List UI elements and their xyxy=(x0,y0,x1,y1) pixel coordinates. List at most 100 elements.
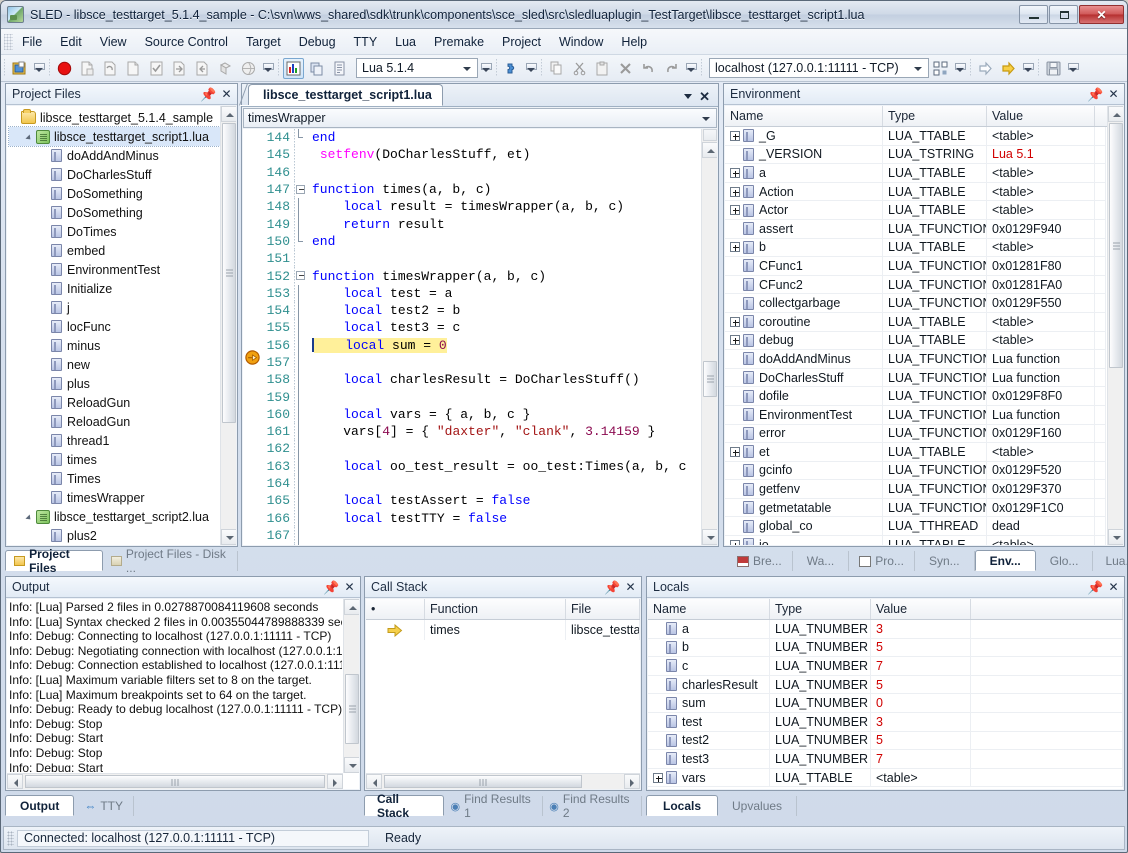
fold-column[interactable] xyxy=(294,510,308,527)
code-line[interactable]: 154 local test2 = b xyxy=(262,302,700,319)
tree-item[interactable]: DoCharlesStuff xyxy=(9,165,220,184)
expand-plus-icon[interactable] xyxy=(730,242,740,252)
code-line[interactable]: 147function times(a, b, c) xyxy=(262,181,700,198)
scroll-down-icon[interactable] xyxy=(1108,529,1123,545)
code-line[interactable]: 146 xyxy=(262,164,700,181)
fold-column[interactable] xyxy=(294,164,308,181)
fold-column[interactable] xyxy=(294,388,308,405)
tree-item[interactable]: ReloadGun xyxy=(9,412,220,431)
tree-item[interactable]: plus xyxy=(9,374,220,393)
fold-column[interactable] xyxy=(294,181,308,198)
toolbar-overflow-2[interactable] xyxy=(262,59,273,77)
code-line[interactable]: 159 xyxy=(262,388,700,405)
call-stack-grid[interactable]: • Function File times libsce_testtarge xyxy=(366,599,640,789)
language-combo[interactable]: Lua 5.1.4 xyxy=(356,58,478,78)
table-row[interactable]: getmetatableLUA_TFUNCTION0x0129F1C0 xyxy=(725,499,1106,518)
scroll-left-icon[interactable] xyxy=(366,774,382,789)
toolbar-overflow-5[interactable] xyxy=(685,59,696,77)
code-line[interactable]: 168 -- Test assert function (can change … xyxy=(262,544,700,545)
table-row[interactable]: doAddAndMinusLUA_TFUNCTIONLua function xyxy=(725,350,1106,369)
expand-plus-icon[interactable] xyxy=(730,540,740,545)
tab-tty[interactable]: ⇔ TTY xyxy=(74,796,134,816)
code-line[interactable]: 163 local oo_test_result = oo_test:Times… xyxy=(262,458,700,475)
table-row[interactable]: debugLUA_TTABLE<table> xyxy=(725,332,1106,351)
table-row[interactable]: testLUA_TNUMBER3 xyxy=(648,713,1123,732)
expand-plus-icon[interactable] xyxy=(730,447,740,457)
tab-lua[interactable]: Lua... xyxy=(1093,551,1128,571)
expander-open-icon[interactable] xyxy=(24,131,36,143)
close-icon[interactable]: ✕ xyxy=(699,90,710,103)
close-icon[interactable]: ✕ xyxy=(219,87,234,102)
tree-item[interactable]: times xyxy=(9,450,220,469)
output-vscrollbar[interactable] xyxy=(343,599,359,773)
table-row[interactable]: cLUA_TNUMBER7 xyxy=(648,657,1123,676)
list-icon[interactable] xyxy=(329,58,350,79)
table-row[interactable]: _GLUA_TTABLE<table> xyxy=(725,127,1106,146)
table-row[interactable]: ActorLUA_TTABLE<table> xyxy=(725,201,1106,220)
column-header-extra[interactable] xyxy=(971,599,1123,619)
close-button[interactable]: ✕ xyxy=(1079,5,1124,24)
code-line[interactable]: 153 local test = a xyxy=(262,285,700,302)
scroll-up-icon[interactable] xyxy=(1108,106,1123,122)
chart-icon[interactable] xyxy=(283,58,304,79)
expand-plus-icon[interactable] xyxy=(730,205,740,215)
tree-item[interactable]: plus2 xyxy=(9,526,220,545)
close-icon[interactable]: ✕ xyxy=(342,580,357,595)
fold-collapse-icon[interactable] xyxy=(296,271,305,280)
table-row[interactable]: bLUA_TTABLE<table> xyxy=(725,239,1106,258)
maximize-button[interactable] xyxy=(1049,5,1078,24)
editor-vscrollbar[interactable] xyxy=(701,129,717,545)
expander-open-icon[interactable] xyxy=(24,511,36,523)
tab-locals[interactable]: Locals xyxy=(646,795,718,816)
fold-column[interactable] xyxy=(294,319,308,336)
tree-item[interactable]: thread1 xyxy=(9,431,220,450)
table-row[interactable]: ioLUA_TTABLE<table> xyxy=(725,536,1106,545)
tab-find-results-2[interactable]: ◉ Find Results 2 xyxy=(543,796,642,816)
fold-column[interactable] xyxy=(294,129,308,146)
menu-drag-grip[interactable] xyxy=(4,34,13,50)
column-header-file[interactable]: File xyxy=(566,599,640,619)
column-header-value[interactable]: Value xyxy=(871,599,971,619)
table-row[interactable]: getfenvLUA_TFUNCTION0x0129F370 xyxy=(725,480,1106,499)
scroll-right-icon[interactable] xyxy=(327,774,343,789)
continue-icon[interactable] xyxy=(998,58,1019,79)
scroll-thumb[interactable] xyxy=(222,123,236,423)
tree-item[interactable]: doAddAndMinus xyxy=(9,146,220,165)
tree-item[interactable]: Times xyxy=(9,469,220,488)
code-line[interactable]: 149 return result xyxy=(262,215,700,232)
tree-item[interactable]: j xyxy=(9,298,220,317)
fold-column[interactable] xyxy=(294,440,308,457)
tree-item[interactable]: DoTimes xyxy=(9,222,220,241)
toolbar-overflow-4[interactable] xyxy=(525,59,536,77)
tree-item[interactable]: EnvironmentTest xyxy=(9,260,220,279)
scroll-thumb[interactable] xyxy=(345,674,359,744)
tab-profiler[interactable]: Pro... xyxy=(849,551,915,571)
menu-item-lua[interactable]: Lua xyxy=(386,32,425,52)
tree-item[interactable]: new xyxy=(9,355,220,374)
fold-column[interactable] xyxy=(294,492,308,509)
scroll-down-icon[interactable] xyxy=(344,757,359,773)
open-project-icon[interactable] xyxy=(9,58,30,79)
column-header-type[interactable]: Type xyxy=(770,599,871,619)
table-row[interactable]: test3LUA_TNUMBER7 xyxy=(648,750,1123,769)
code-line[interactable]: 150end xyxy=(262,233,700,250)
scroll-up-icon[interactable] xyxy=(344,599,359,615)
code-line[interactable]: 156 local sum = 0 xyxy=(262,337,700,354)
fold-column[interactable] xyxy=(294,198,308,215)
fold-column[interactable] xyxy=(294,146,308,163)
tree-item[interactable]: libsce_testtarget_script1.lua xyxy=(9,127,220,146)
save-icon[interactable] xyxy=(1043,58,1064,79)
tab-globals[interactable]: Glo... xyxy=(1036,551,1094,571)
fold-column[interactable] xyxy=(294,354,308,371)
expand-plus-icon[interactable] xyxy=(730,187,740,197)
toolbar-overflow-3[interactable] xyxy=(480,59,491,77)
expand-plus-icon[interactable] xyxy=(653,773,663,783)
tree-item[interactable]: libsce_testtarget_5.1.4_sample xyxy=(9,108,220,127)
scroll-down-icon[interactable] xyxy=(702,529,717,545)
fold-column[interactable] xyxy=(294,337,308,354)
tab-upvalues[interactable]: Upvalues xyxy=(718,796,797,816)
close-icon[interactable]: ✕ xyxy=(1106,87,1121,102)
table-row[interactable]: errorLUA_TFUNCTION0x0129F160 xyxy=(725,425,1106,444)
scroll-left-icon[interactable] xyxy=(7,774,23,789)
table-row[interactable]: assertLUA_TFUNCTION0x0129F940 xyxy=(725,220,1106,239)
